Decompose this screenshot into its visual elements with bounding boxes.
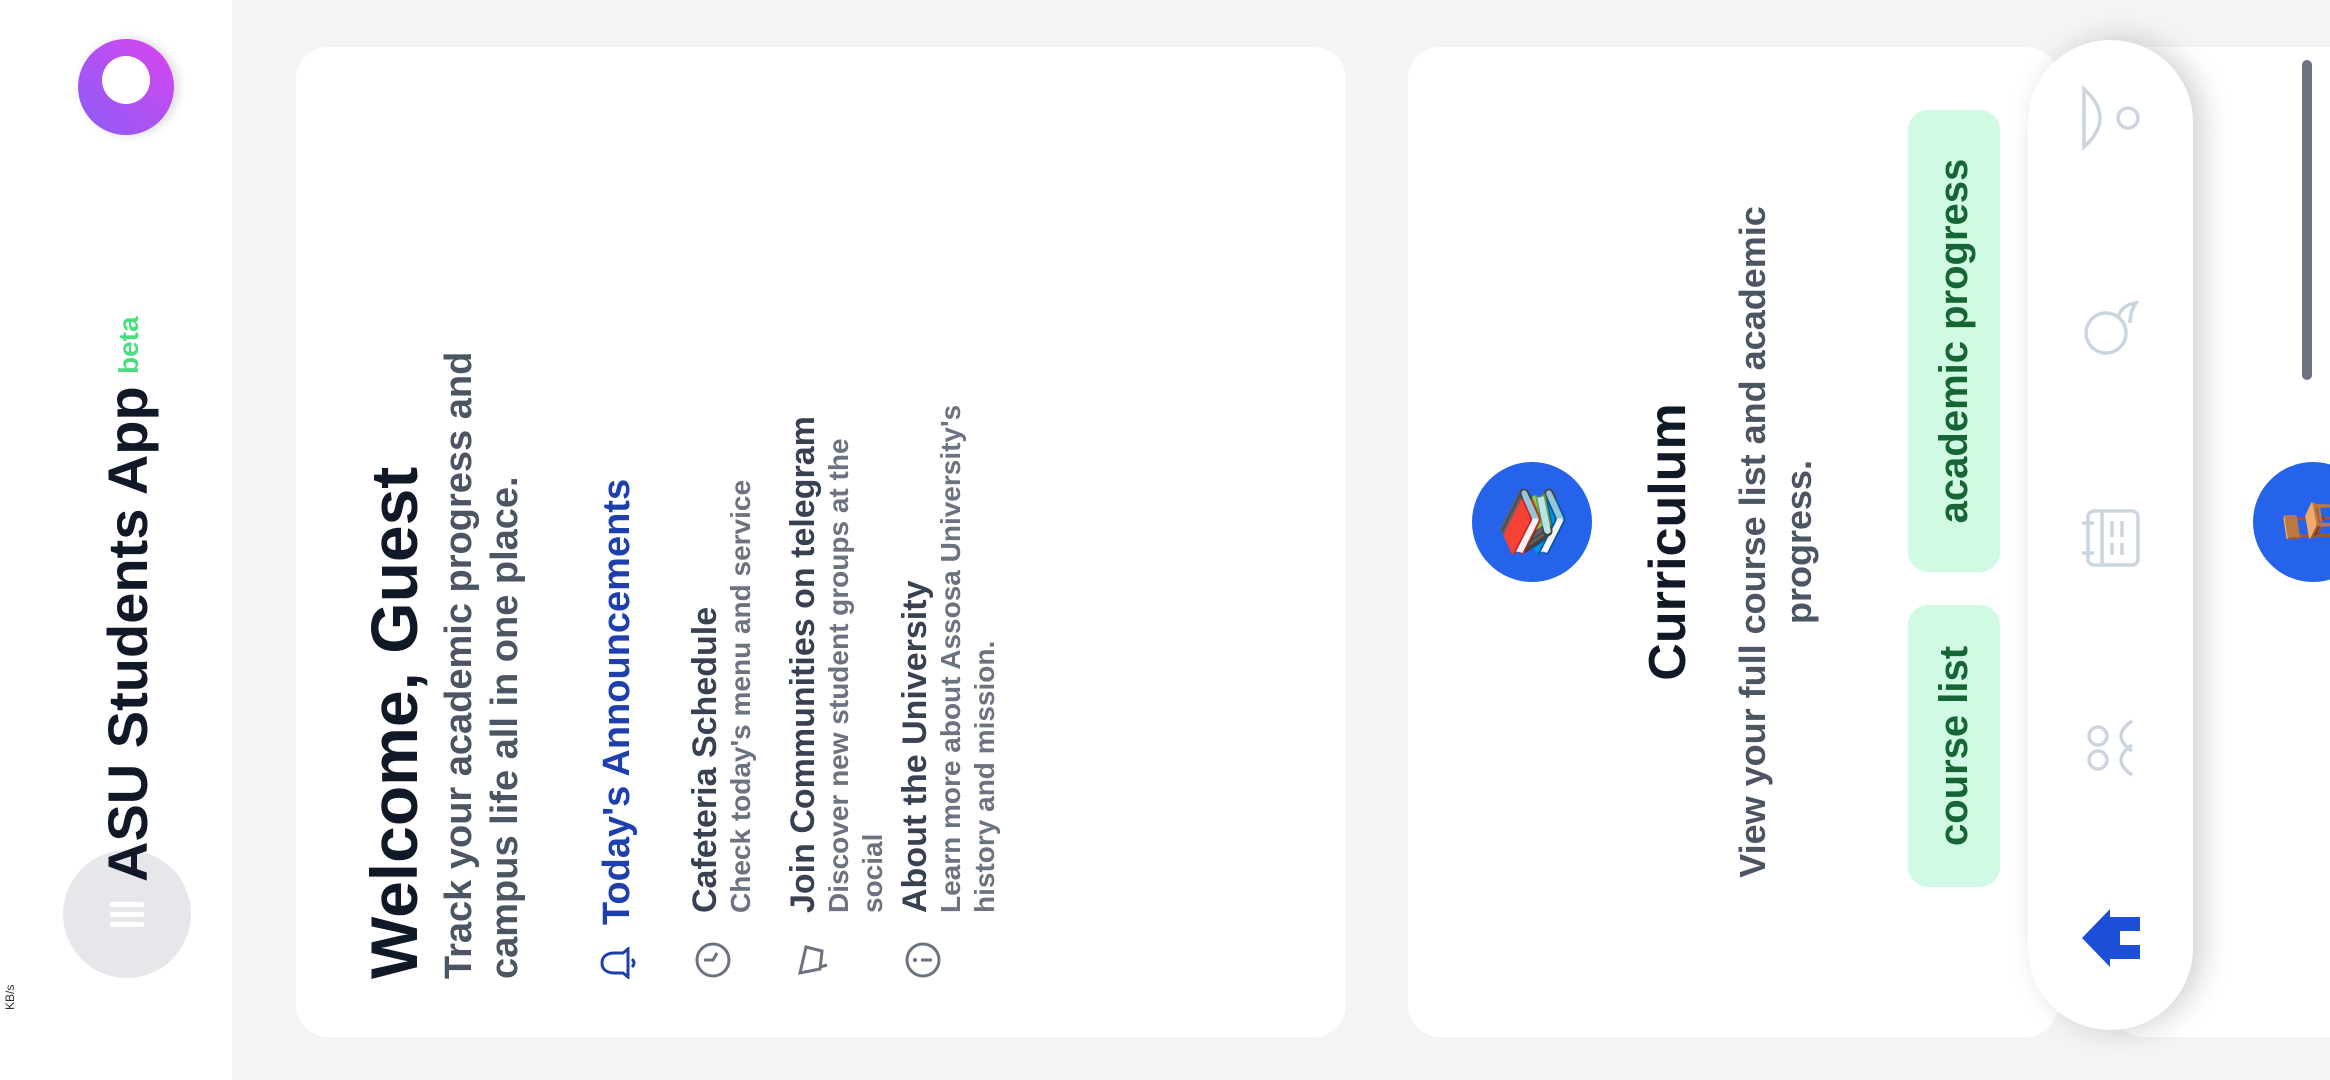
megaphone-icon: [798, 945, 828, 975]
chat-icon: [2084, 300, 2140, 355]
nav-home[interactable]: [2076, 903, 2146, 973]
welcome-title: Welcome, Guest: [357, 466, 431, 979]
welcome-card: Welcome, Guest Track your academic progr…: [296, 47, 1346, 1037]
status-bar: KB/s: [0, 0, 22, 1080]
nav-groups[interactable]: [2076, 713, 2146, 783]
curriculum-title: Curriculum: [1639, 403, 1697, 681]
calendar-icon: [2082, 509, 2140, 567]
network-speed: KB/s: [3, 984, 17, 1010]
academic-progress-button[interactable]: academic progress: [1908, 110, 2000, 572]
menu-icon: [110, 897, 144, 931]
announcement-desc: Discover new student groups at the socia…: [823, 438, 888, 913]
curriculum-card: 📚 Curriculum View your full course list …: [1408, 47, 2058, 1037]
scrollbar[interactable]: [2302, 60, 2312, 380]
course-list-button[interactable]: course list: [1908, 605, 2000, 887]
announcement-cafeteria[interactable]: Cafeteria Schedule Check today's menu an…: [686, 353, 758, 979]
welcome-subtitle: Track your academic progress and campus …: [438, 351, 526, 979]
groups-icon: [2087, 719, 2134, 777]
announcement-desc: Check today's menu and service: [725, 479, 756, 913]
announcement-telegram[interactable]: Join Communities on telegram Discover ne…: [784, 353, 890, 979]
announcement-about[interactable]: About the University Learn more about As…: [896, 353, 1002, 979]
app-title: ASU Students App: [96, 386, 159, 882]
beta-badge: beta: [113, 316, 144, 374]
announcement-title: Cafeteria Schedule: [686, 606, 724, 913]
info-icon: [905, 942, 941, 978]
announcements-header: Today's Announcements: [596, 479, 639, 979]
nav-profile[interactable]: [2076, 83, 2146, 153]
nav-calendar[interactable]: [2076, 503, 2146, 573]
curriculum-desc: View your full course list and academic …: [1732, 206, 1819, 878]
home-icon: [2082, 909, 2140, 967]
top-app-bar: KB/s ASU Students App beta: [0, 0, 232, 1080]
app-logo[interactable]: [78, 39, 174, 135]
bottom-navigation: [2028, 40, 2193, 1030]
clock-icon: [695, 942, 731, 978]
profile-icon: [2082, 85, 2140, 151]
nav-chat[interactable]: [2076, 293, 2146, 363]
chair-icon: 🪑: [2253, 462, 2330, 582]
announcement-desc: Learn more about Assosa University's his…: [935, 404, 1000, 913]
announcement-title: About the University: [896, 580, 934, 913]
app-stage: KB/s ASU Students App beta Welcome, Gues…: [0, 0, 2330, 1080]
announcement-title: Join Communities on telegram: [784, 416, 822, 913]
announcements-title: Today's Announcements: [596, 478, 638, 925]
books-icon: 📚: [1472, 462, 1592, 582]
bell-icon: [599, 947, 635, 979]
